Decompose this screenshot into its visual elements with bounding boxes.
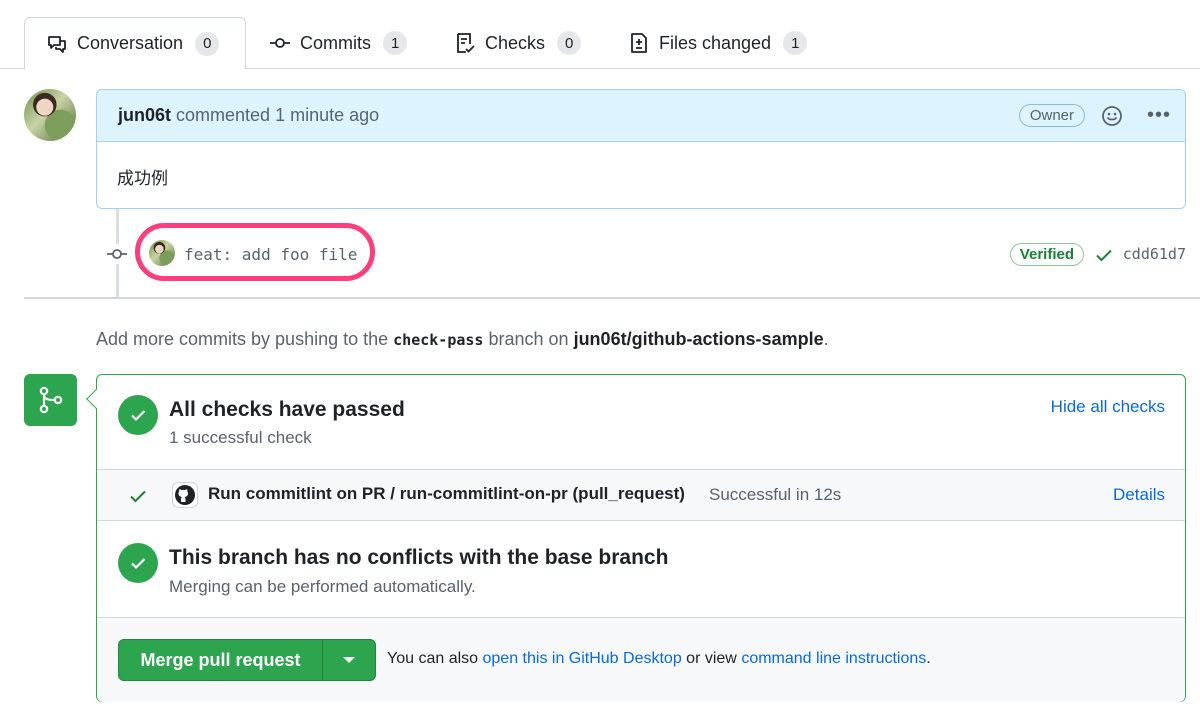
commit-row: feat: add foo file Verified cdd61d7 xyxy=(106,223,1186,281)
smiley-icon[interactable] xyxy=(1101,105,1123,127)
comment-header: jun06t commented 1 minute ago Owner ••• xyxy=(97,90,1185,142)
owner-badge: Owner xyxy=(1018,104,1085,127)
checks-summary: All checks have passed 1 successful chec… xyxy=(97,375,1185,469)
conflict-status: This branch has no conflicts with the ba… xyxy=(97,522,1185,617)
conflicts-subtitle: Merging can be performed automatically. xyxy=(169,577,476,596)
merge-box: All checks have passed 1 successful chec… xyxy=(96,374,1186,702)
tab-label: Checks xyxy=(485,32,546,53)
comment-body: 成功例 xyxy=(117,169,168,189)
check-circle-icon xyxy=(118,395,158,435)
tab-count: 0 xyxy=(557,31,582,55)
git-commit-icon xyxy=(268,31,292,55)
commit-author-avatar[interactable] xyxy=(149,240,175,266)
git-merge-icon xyxy=(24,374,77,426)
repo-name: jun06t/github-actions-sample xyxy=(573,329,824,349)
push-hint: Add more commits by pushing to the check… xyxy=(96,329,829,350)
comment-discussion-icon xyxy=(45,32,69,56)
conflicts-title: This branch has no conflicts with the ba… xyxy=(169,546,669,569)
github-logo-icon xyxy=(172,482,198,508)
tab-count: 1 xyxy=(383,31,408,55)
commit-sha[interactable]: cdd61d7 xyxy=(1123,245,1186,263)
tab-commits[interactable]: Commits 1 xyxy=(268,17,408,69)
hint-prefix: Add more commits by pushing to the xyxy=(96,329,389,349)
tab-label: Files changed xyxy=(659,32,772,53)
pr-tab-bar: Conversation 0 Commits 1 Checks 0 Files … xyxy=(0,0,1200,70)
check-status: Successful in 12s xyxy=(709,485,842,504)
tab-conversation[interactable]: Conversation 0 xyxy=(24,17,246,70)
hint-middle: branch on xyxy=(488,329,569,349)
check-icon xyxy=(1096,249,1112,262)
commit-message[interactable]: feat: add foo file xyxy=(184,245,357,264)
verified-badge[interactable]: Verified xyxy=(1009,243,1084,266)
tab-label: Commits xyxy=(300,32,371,53)
checks-subtitle: 1 successful check xyxy=(169,428,312,447)
check-details-link[interactable]: Details xyxy=(1113,485,1165,505)
comment-box: jun06t commented 1 minute ago Owner ••• … xyxy=(96,89,1186,209)
tab-count: 1 xyxy=(783,31,808,55)
tab-count: 0 xyxy=(195,31,220,56)
note-prefix: You can also xyxy=(387,650,479,667)
merge-note: You can also open this in GitHub Desktop… xyxy=(387,650,931,668)
note-middle: or view xyxy=(686,650,737,667)
note-suffix: . xyxy=(926,650,931,667)
check-item: Run commitlint on PR / run-commitlint-on… xyxy=(97,469,1185,521)
git-commit-icon xyxy=(106,244,128,264)
checklist-icon xyxy=(453,31,477,55)
comment-action: commented xyxy=(176,105,271,125)
hide-all-checks-link[interactable]: Hide all checks xyxy=(1051,397,1165,417)
tab-label: Conversation xyxy=(77,33,184,53)
hint-suffix: . xyxy=(823,329,829,349)
check-name: Run commitlint on PR / run-commitlint-on… xyxy=(208,484,685,503)
merge-pull-request-button[interactable]: Merge pull request xyxy=(118,639,323,681)
check-circle-icon xyxy=(118,543,158,583)
command-line-instructions-link[interactable]: command line instructions xyxy=(741,650,926,667)
tab-files-changed[interactable]: Files changed 1 xyxy=(627,17,808,69)
checks-title: All checks have passed xyxy=(169,398,405,421)
file-diff-icon xyxy=(627,31,651,55)
tab-checks[interactable]: Checks 0 xyxy=(453,17,582,69)
comment-author[interactable]: jun06t xyxy=(118,105,171,126)
triangle-down-icon xyxy=(343,657,355,663)
comment-timestamp[interactable]: 1 minute ago xyxy=(275,105,379,126)
merge-options-dropdown[interactable] xyxy=(322,639,376,681)
timeline-divider xyxy=(24,297,1200,299)
merge-footer: Merge pull request You can also open thi… xyxy=(97,617,1185,702)
open-in-desktop-link[interactable]: open this in GitHub Desktop xyxy=(483,650,682,667)
avatar[interactable] xyxy=(24,89,76,141)
kebab-horizontal-icon[interactable]: ••• xyxy=(1147,104,1171,127)
branch-name: check-pass xyxy=(393,331,484,349)
check-icon xyxy=(130,490,146,503)
